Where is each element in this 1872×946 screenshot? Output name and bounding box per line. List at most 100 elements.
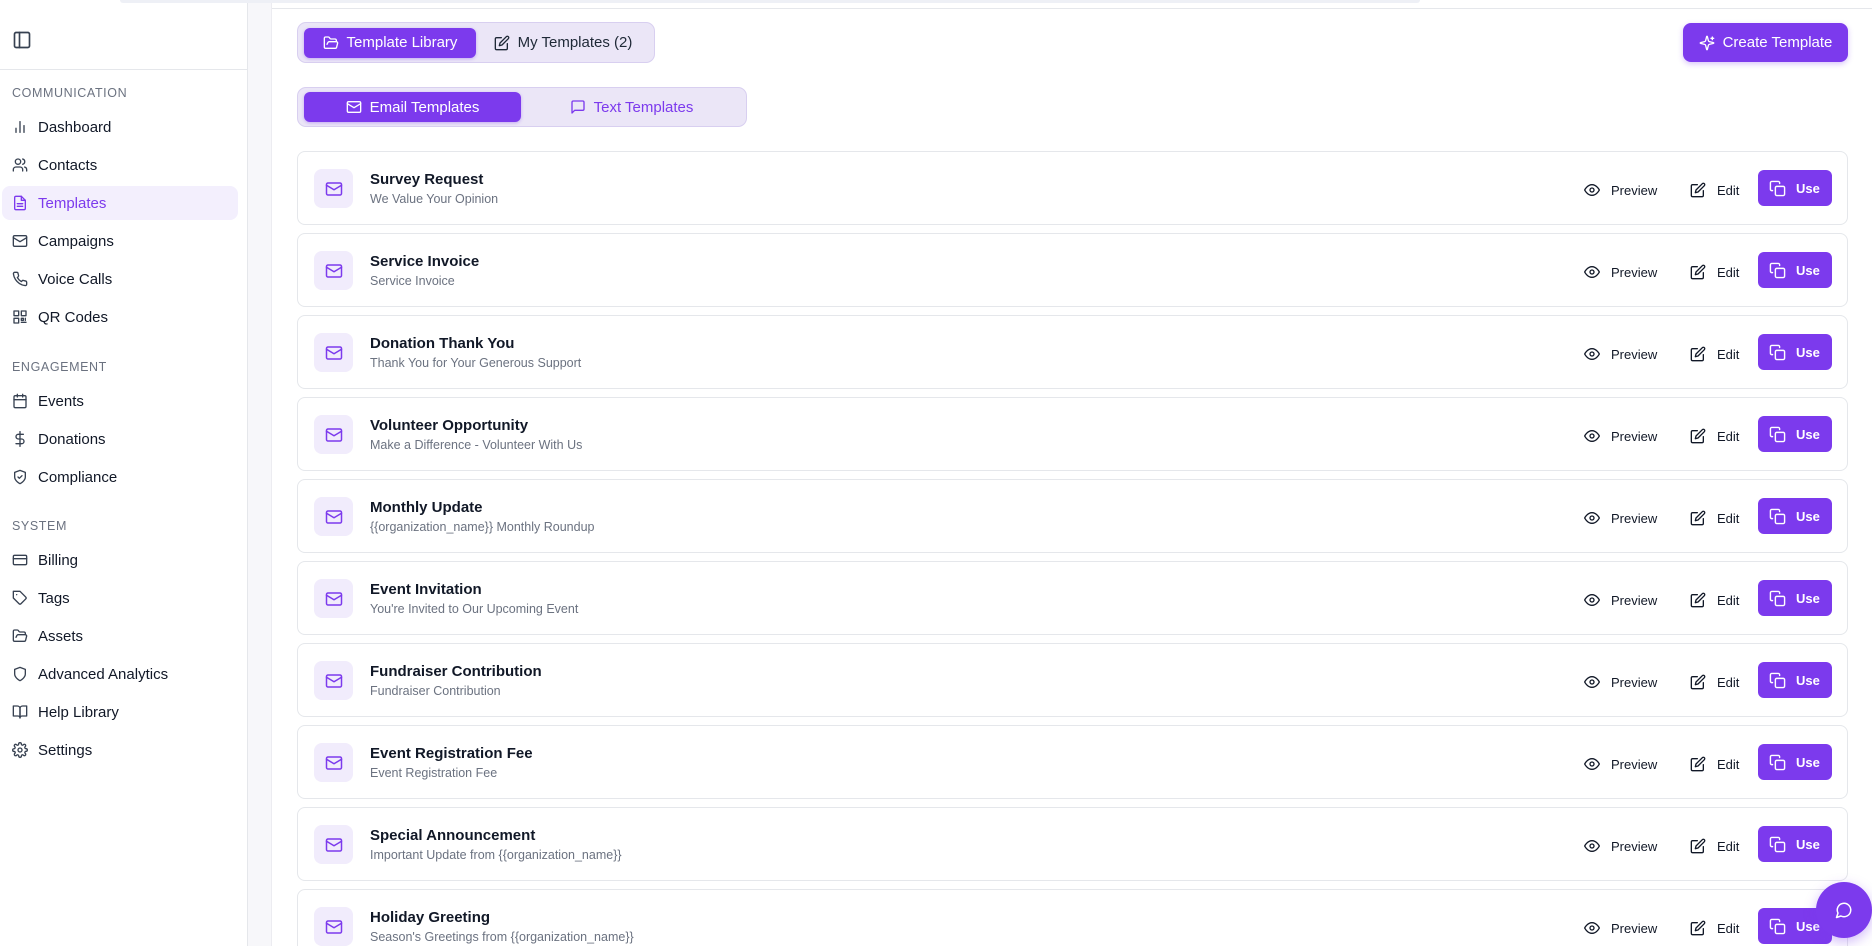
sidebar-item-help-library[interactable]: Help Library: [2, 695, 238, 729]
eye-icon: [1584, 510, 1600, 526]
sidebar: COMMUNICATION Dashboard Contacts Templates C…: [0, 0, 248, 946]
edit-icon: [494, 35, 510, 51]
template-mail-icon: [314, 415, 353, 454]
edit-icon: [1690, 428, 1706, 444]
edit-button[interactable]: Edit: [1690, 504, 1739, 532]
sidebar-item-qr-codes[interactable]: QR Codes: [2, 300, 238, 334]
phone-icon: [12, 271, 28, 287]
sidebar-item-contacts[interactable]: Contacts: [2, 148, 238, 182]
folder-open-icon: [323, 35, 339, 51]
use-button[interactable]: Use: [1758, 662, 1832, 698]
edit-button[interactable]: Edit: [1690, 668, 1739, 696]
sidebar-item-events[interactable]: Events: [2, 384, 238, 418]
use-button[interactable]: Use: [1758, 580, 1832, 616]
sidebar-item-billing[interactable]: Billing: [2, 543, 238, 577]
edit-button[interactable]: Edit: [1690, 832, 1739, 860]
preview-button[interactable]: Preview: [1584, 176, 1657, 204]
chat-button[interactable]: [1816, 882, 1872, 938]
tab-text-templates[interactable]: Text Templates: [523, 92, 740, 122]
edit-button[interactable]: Edit: [1690, 176, 1739, 204]
sidebar-item-label: Campaigns: [38, 232, 114, 250]
edit-button[interactable]: Edit: [1690, 422, 1739, 450]
sidebar-item-assets[interactable]: Assets: [2, 619, 238, 653]
tab-my-templates[interactable]: My Templates (2): [478, 28, 648, 58]
copy-icon: [1769, 344, 1786, 361]
sidebar-section-heading: COMMUNICATION: [12, 86, 128, 100]
use-button[interactable]: Use: [1758, 826, 1832, 862]
edit-label: Edit: [1717, 182, 1740, 198]
preview-button[interactable]: Preview: [1584, 586, 1657, 614]
template-mail-icon: [314, 579, 353, 618]
copy-icon: [1769, 754, 1786, 771]
edit-button[interactable]: Edit: [1690, 750, 1739, 778]
sparkles-icon: [1699, 35, 1715, 51]
mail-icon: [12, 233, 28, 249]
eye-icon: [1584, 592, 1600, 608]
preview-button[interactable]: Preview: [1584, 832, 1657, 860]
preview-button[interactable]: Preview: [1584, 750, 1657, 778]
edit-button[interactable]: Edit: [1690, 258, 1739, 286]
sidebar-item-label: Advanced Analytics: [38, 665, 169, 683]
edit-button[interactable]: Edit: [1690, 586, 1739, 614]
sidebar-item-settings[interactable]: Settings: [2, 733, 238, 767]
edit-label: Edit: [1717, 838, 1740, 854]
use-button[interactable]: Use: [1758, 334, 1832, 370]
use-button[interactable]: Use: [1758, 252, 1832, 288]
users-icon: [12, 157, 28, 173]
edit-label: Edit: [1717, 674, 1740, 690]
preview-button[interactable]: Preview: [1584, 422, 1657, 450]
use-button[interactable]: Use: [1758, 416, 1832, 452]
sidebar-item-campaigns[interactable]: Campaigns: [2, 224, 238, 258]
top-scroll-indicator: [120, 0, 1420, 3]
edit-button[interactable]: Edit: [1690, 340, 1739, 368]
create-template-label: Create Template: [1722, 34, 1833, 51]
mail-icon: [346, 99, 362, 115]
calendar-icon: [12, 393, 28, 409]
template-title: Volunteer Opportunity: [370, 417, 529, 434]
sidebar-item-label: Voice Calls: [38, 270, 113, 288]
sidebar-item-donations[interactable]: Donations: [2, 422, 238, 456]
sidebar-item-label: Settings: [38, 741, 93, 759]
template-subject: {{organization_name}} Monthly Roundup: [370, 520, 595, 534]
preview-label: Preview: [1611, 838, 1658, 854]
use-button[interactable]: Use: [1758, 744, 1832, 780]
use-label: Use: [1796, 836, 1820, 852]
preview-button[interactable]: Preview: [1584, 668, 1657, 696]
preview-button[interactable]: Preview: [1584, 914, 1657, 942]
credit-card-icon: [12, 552, 28, 568]
sidebar-item-tags[interactable]: Tags: [2, 581, 238, 615]
sidebar-item-dashboard[interactable]: Dashboard: [2, 110, 238, 144]
template-subject: Fundraiser Contribution: [370, 684, 501, 698]
shield-icon: [12, 666, 28, 682]
sidebar-item-compliance[interactable]: Compliance: [2, 460, 238, 494]
sidebar-item-templates[interactable]: Templates: [2, 186, 238, 220]
tab-template-library-label: Template Library: [346, 34, 458, 51]
template-row: Fundraiser Contribution Fundraiser Contri…: [297, 643, 1848, 717]
gear-icon: [12, 742, 28, 758]
sidebar-item-advanced-analytics[interactable]: Advanced Analytics: [2, 657, 238, 691]
use-button[interactable]: Use: [1758, 170, 1832, 206]
edit-icon: [1690, 674, 1706, 690]
tab-template-library[interactable]: Template Library: [304, 27, 476, 58]
edit-button[interactable]: Edit: [1690, 914, 1739, 942]
sidebar-item-voice-calls[interactable]: Voice Calls: [2, 262, 238, 296]
template-mail-icon: [314, 497, 353, 536]
template-title: Fundraiser Contribution: [370, 663, 542, 680]
preview-button[interactable]: Preview: [1584, 258, 1657, 286]
copy-icon: [1769, 262, 1786, 279]
edit-label: Edit: [1717, 920, 1740, 936]
preview-button[interactable]: Preview: [1584, 504, 1657, 532]
sidebar-toggle-icon[interactable]: [12, 30, 32, 50]
template-row: Volunteer Opportunity Make a Difference -…: [297, 397, 1848, 471]
preview-label: Preview: [1611, 592, 1658, 608]
edit-icon: [1690, 346, 1706, 362]
preview-button[interactable]: Preview: [1584, 340, 1657, 368]
preview-label: Preview: [1611, 510, 1658, 526]
edit-icon: [1690, 838, 1706, 854]
create-template-button[interactable]: Create Template: [1683, 23, 1848, 62]
library-tabs: Template Library My Templates (2): [297, 22, 655, 63]
use-button[interactable]: Use: [1758, 498, 1832, 534]
tab-email-templates[interactable]: Email Templates: [304, 92, 521, 122]
sidebar-divider: [0, 69, 247, 70]
template-title: Survey Request: [370, 171, 484, 188]
